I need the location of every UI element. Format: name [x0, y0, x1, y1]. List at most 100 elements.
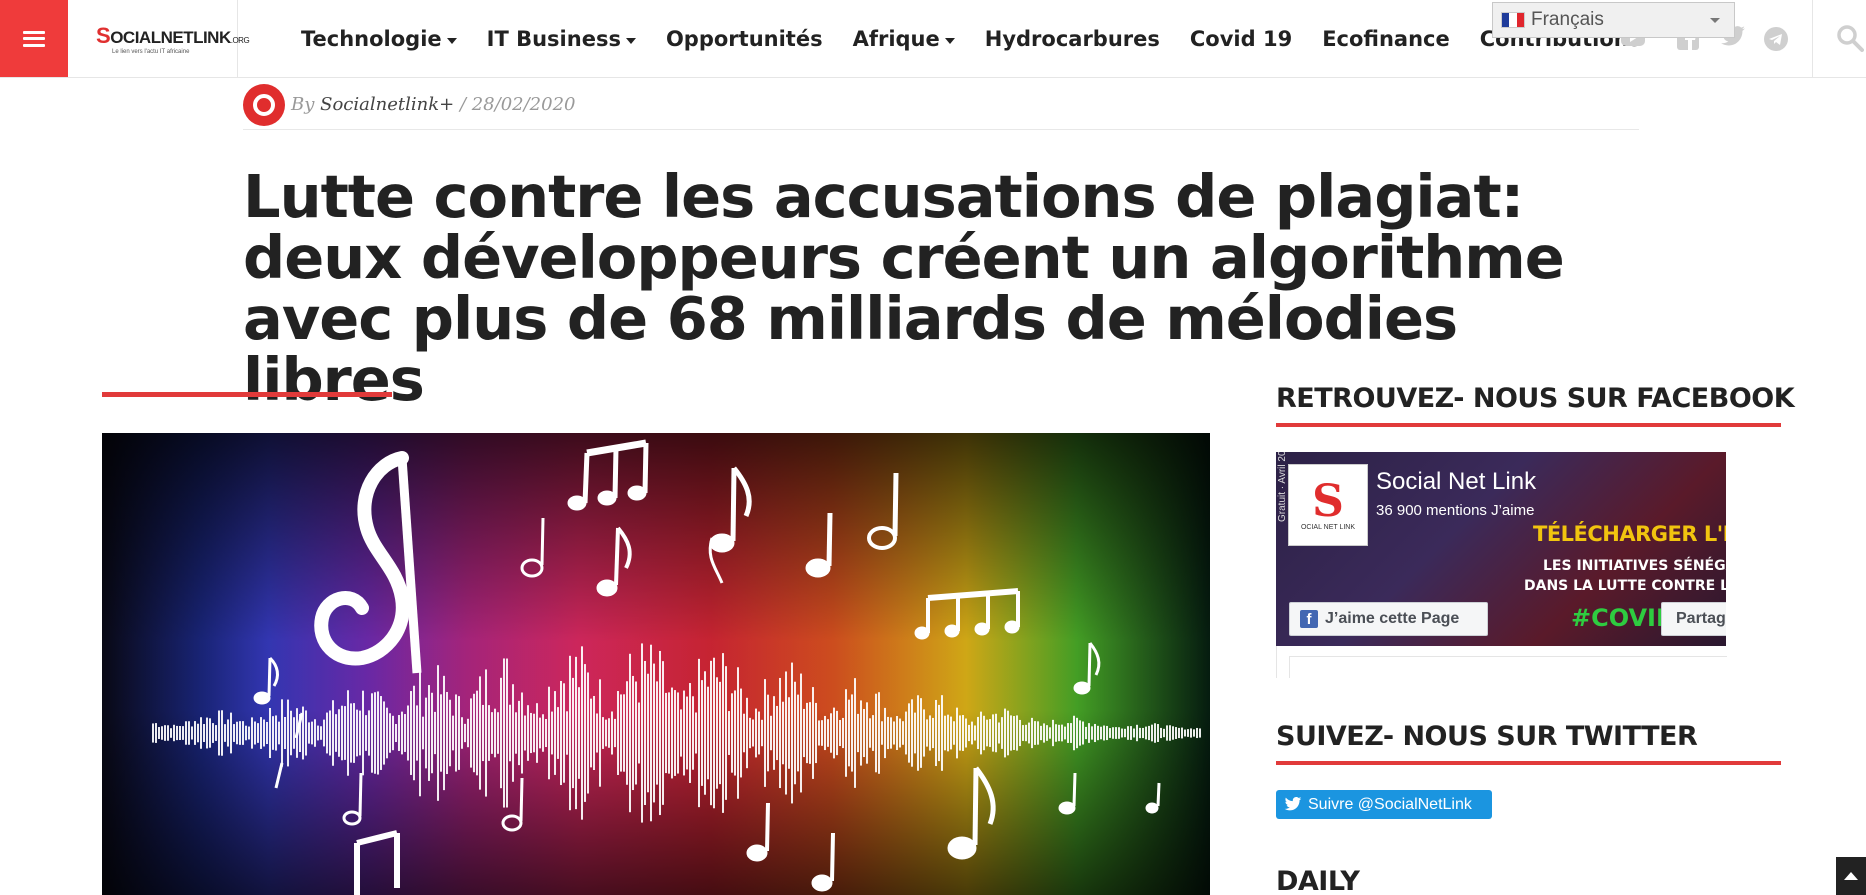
nav-item-it-business[interactable]: IT Business [487, 27, 636, 51]
waveform-bar [542, 714, 544, 752]
waveform-bar [593, 695, 595, 771]
waveform-bar [848, 699, 850, 767]
waveform-bar [509, 704, 511, 762]
nav-item-hydrocarbures[interactable]: Hydrocarbures [985, 27, 1160, 51]
fb-like-page-button[interactable]: f J’aime cette Page [1289, 602, 1488, 636]
waveform-bar [515, 712, 517, 754]
article-hero-image [102, 433, 1210, 895]
language-selector[interactable]: Français [1492, 2, 1735, 38]
waveform-bar [1109, 728, 1111, 738]
facebook-plugin-footer [1276, 646, 1727, 678]
waveform-bar [872, 715, 874, 751]
site-header: SOCIALNETLINK.ORG Le lien vers l'actu IT… [0, 0, 1866, 78]
waveform-bar [1133, 728, 1135, 738]
waveform-bar [611, 711, 613, 755]
nav-item-ecofinance[interactable]: Ecofinance [1322, 27, 1450, 51]
waveform-bar [767, 694, 769, 772]
waveform-bar [821, 720, 823, 746]
scroll-to-top-button[interactable] [1836, 857, 1866, 895]
twitter-follow-button[interactable]: Suivre @SocialNetLink [1276, 790, 1492, 819]
waveform-bar [437, 665, 439, 801]
twitter-icon [1284, 797, 1302, 811]
waveform-bar [368, 710, 370, 756]
waveform-bar [341, 705, 343, 761]
waveform-bar [773, 696, 775, 770]
fb-share-button[interactable]: Partager [1661, 602, 1726, 636]
hamburger-menu-button[interactable] [0, 0, 68, 77]
site-logo[interactable]: SOCIALNETLINK.ORG Le lien vers l'actu IT… [68, 0, 250, 77]
nav-item-opportunites[interactable]: Opportunités [666, 27, 823, 51]
waveform-bar [911, 699, 913, 767]
waveform-bar [869, 718, 871, 748]
waveform-bar [1178, 727, 1180, 739]
waveform-bar [1193, 729, 1195, 737]
waveform-bar [152, 723, 154, 743]
waveform-bar [728, 711, 730, 755]
waveform-bar [860, 700, 862, 766]
waveform-bar [827, 719, 829, 747]
nav-item-afrique[interactable]: Afrique [853, 27, 955, 51]
telegram-icon[interactable] [1763, 26, 1789, 52]
article-date: 28/02/2020 [471, 94, 576, 115]
waveform-bar [680, 709, 682, 757]
waveform-bar [1082, 721, 1084, 745]
waveform-bar [404, 714, 406, 752]
waveform-bar [257, 723, 259, 743]
waveform-bar [563, 683, 565, 783]
waveform-bar [218, 710, 220, 756]
waveform-bar [350, 703, 352, 763]
waveform-bar [479, 676, 481, 790]
waveform-bar [974, 725, 976, 741]
author-link[interactable]: Socialnetlink+ [320, 94, 454, 115]
search-button[interactable] [1836, 24, 1864, 57]
daily-widget-title: DAILY [1276, 866, 1360, 895]
fb-share-label: Partager [1676, 610, 1726, 627]
waveform-bar [1106, 725, 1108, 741]
waveform-bar [449, 699, 451, 767]
waveform-bar [1010, 715, 1012, 751]
twitter-follow-label: Suivre @SocialNetLink [1308, 795, 1472, 813]
waveform-bar [719, 681, 721, 785]
waveform-bar [803, 708, 805, 758]
fb-page-name[interactable]: Social Net Link [1376, 468, 1536, 496]
waveform-bar [176, 725, 178, 741]
waveform-bar [605, 719, 607, 747]
waveform-bar [668, 692, 670, 774]
waveform-bar [347, 690, 349, 776]
waveform-bar [380, 696, 382, 770]
waveform-bar [830, 713, 832, 753]
main-nav: Technologie IT Business Opportunités Afr… [301, 0, 1671, 78]
waveform-bar [905, 711, 907, 755]
waveform-bar [761, 719, 763, 747]
waveform-bar [935, 699, 937, 767]
waveform-bar [956, 707, 958, 759]
waveform-bar [1148, 725, 1150, 741]
section-accent-rule [102, 392, 392, 397]
waveform-bar [338, 709, 340, 757]
fb-page-logo[interactable]: S OCIAL NET LINK [1288, 464, 1368, 546]
author-avatar[interactable] [243, 83, 285, 126]
hamburger-menu-icon [23, 30, 45, 47]
waveform-bar [926, 719, 928, 747]
waveform-bar [704, 671, 706, 795]
facebook-page-plugin[interactable]: Gratuit · Avril 2020 S OCIAL NET LINK So… [1276, 452, 1726, 646]
nav-item-covid-19[interactable]: Covid 19 [1190, 27, 1292, 51]
waveform-bar [854, 678, 856, 788]
waveform-bar [227, 719, 229, 747]
waveform-bar [1052, 719, 1054, 747]
waveform-bar [314, 719, 316, 747]
waveform-bar [1007, 710, 1009, 756]
waveform-bar [992, 714, 994, 752]
nav-item-technologie[interactable]: Technologie [301, 27, 457, 51]
waveform-bar [275, 715, 277, 751]
waveform-bar [581, 646, 583, 820]
waveform-bar [638, 702, 640, 764]
waveform-bar [323, 719, 325, 747]
waveform-bar [938, 704, 940, 762]
waveform-bar [1037, 721, 1039, 745]
waveform-bar [305, 710, 307, 756]
chevron-down-icon [625, 37, 636, 44]
waveform-bar [947, 714, 949, 752]
waveform-bar [659, 650, 661, 816]
header-divider [1812, 0, 1813, 77]
